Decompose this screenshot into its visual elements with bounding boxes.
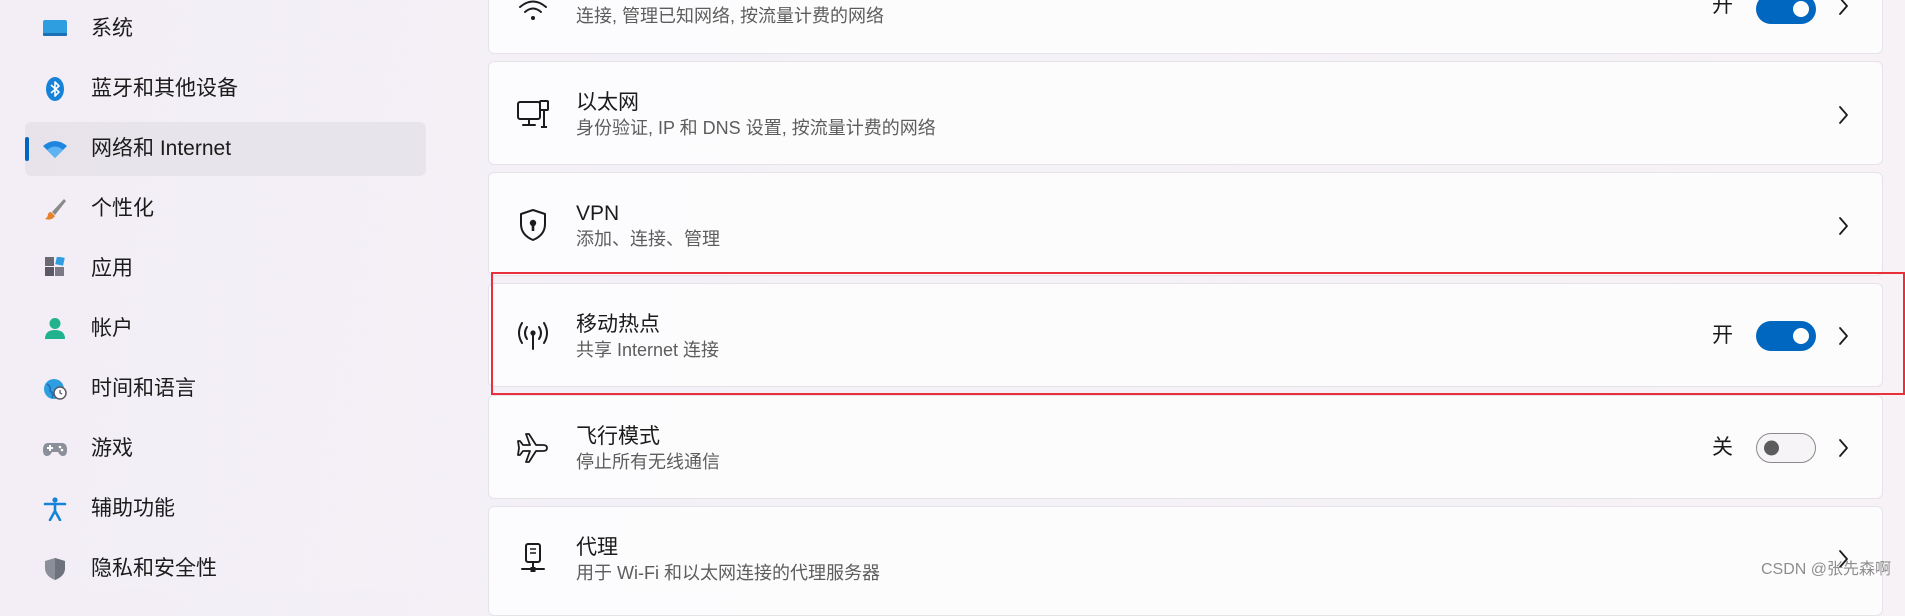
mobile-hotspot-row[interactable]: 移动热点 共享 Internet 连接 开 — [488, 283, 1883, 387]
wifi-icon — [516, 0, 550, 27]
chevron-right-icon — [1836, 0, 1852, 17]
row-description: 用于 Wi-Fi 和以太网连接的代理服务器 — [576, 563, 880, 583]
sidebar-item-network[interactable]: 网络和 Internet — [25, 122, 426, 176]
sidebar-item-label: 个性化 — [91, 197, 154, 220]
toggle-state-label: 关 — [1712, 436, 1733, 459]
bluetooth-icon — [42, 77, 68, 101]
system-display-icon — [42, 17, 68, 41]
chevron-right-icon — [1836, 104, 1852, 126]
apps-icon — [42, 257, 68, 281]
vpn-row[interactable]: VPN 添加、连接、管理 — [488, 172, 1883, 276]
toggle-knob — [1764, 440, 1779, 456]
toggle-knob — [1793, 1, 1809, 17]
airplane-icon — [516, 431, 550, 465]
sidebar-item-bluetooth[interactable]: 蓝牙和其他设备 — [25, 62, 426, 116]
watermark: CSDN @张先森啊 — [1760, 561, 1891, 578]
chevron-right-icon — [1836, 437, 1852, 459]
sidebar-item-label: 蓝牙和其他设备 — [91, 77, 238, 100]
toggle-knob — [1793, 328, 1809, 344]
mobile-hotspot-icon — [516, 319, 550, 353]
sidebar-item-personalization[interactable]: 个性化 — [25, 182, 426, 236]
vpn-shield-icon — [516, 208, 550, 242]
row-title: 以太网 — [576, 91, 639, 114]
sidebar-item-label: 应用 — [91, 257, 133, 280]
airplane-mode-row[interactable]: 飞行模式 停止所有无线通信 关 — [488, 395, 1883, 499]
sidebar-item-gaming[interactable]: 游戏 — [25, 422, 426, 476]
proxy-row[interactable]: 代理 用于 Wi-Fi 和以太网连接的代理服务器 — [488, 506, 1883, 616]
sidebar-item-privacy-security[interactable]: 隐私和安全性 — [25, 542, 426, 596]
row-title: 代理 — [576, 536, 618, 559]
row-description: 停止所有无线通信 — [576, 452, 720, 472]
proxy-server-icon — [516, 542, 550, 576]
row-description: 连接, 管理已知网络, 按流量计费的网络 — [576, 6, 885, 26]
time-language-globe-icon — [42, 377, 68, 401]
selection-indicator — [25, 137, 29, 161]
row-title: 飞行模式 — [576, 425, 660, 448]
sidebar-item-system[interactable]: 系统 — [25, 2, 426, 56]
toggle-state-label: 开 — [1712, 324, 1733, 347]
toggle-state-label: 开 — [1712, 0, 1733, 17]
airplane-mode-toggle[interactable] — [1756, 433, 1816, 463]
sidebar-item-time-language[interactable]: 时间和语言 — [25, 362, 426, 416]
sidebar-item-accessibility[interactable]: 辅助功能 — [25, 482, 426, 536]
row-description: 共享 Internet 连接 — [576, 340, 720, 360]
row-title: VPN — [576, 202, 620, 225]
row-description: 添加、连接、管理 — [576, 229, 720, 249]
wifi-toggle[interactable] — [1756, 0, 1816, 24]
sidebar-item-accounts[interactable]: 帐户 — [25, 302, 426, 356]
sidebar-item-label: 时间和语言 — [91, 377, 196, 400]
chevron-right-icon — [1836, 215, 1852, 237]
wifi-row[interactable]: 连接, 管理已知网络, 按流量计费的网络 开 — [488, 0, 1883, 54]
mobile-hotspot-toggle[interactable] — [1756, 321, 1816, 351]
paintbrush-icon — [42, 197, 68, 221]
row-title: 移动热点 — [576, 313, 660, 336]
sidebar-item-label: 辅助功能 — [91, 497, 175, 520]
account-person-icon — [42, 317, 68, 341]
sidebar-item-apps[interactable]: 应用 — [25, 242, 426, 296]
sidebar-item-label: 隐私和安全性 — [91, 557, 217, 580]
chevron-right-icon — [1836, 325, 1852, 347]
settings-sidebar: 系统 蓝牙和其他设备 网络和 Internet 个性化 应用 帐户 时间和语言 … — [0, 0, 440, 590]
sidebar-item-label: 帐户 — [91, 317, 133, 340]
accessibility-icon — [42, 497, 68, 521]
sidebar-item-label: 游戏 — [91, 437, 133, 460]
ethernet-row[interactable]: 以太网 身份验证, IP 和 DNS 设置, 按流量计费的网络 — [488, 61, 1883, 165]
shield-icon — [42, 557, 68, 581]
sidebar-item-label: 系统 — [91, 17, 133, 40]
wifi-icon — [42, 137, 68, 161]
ethernet-computer-icon — [516, 97, 550, 131]
sidebar-item-label: 网络和 Internet — [91, 137, 232, 160]
row-description: 身份验证, IP 和 DNS 设置, 按流量计费的网络 — [576, 118, 936, 138]
gamepad-icon — [42, 437, 68, 461]
